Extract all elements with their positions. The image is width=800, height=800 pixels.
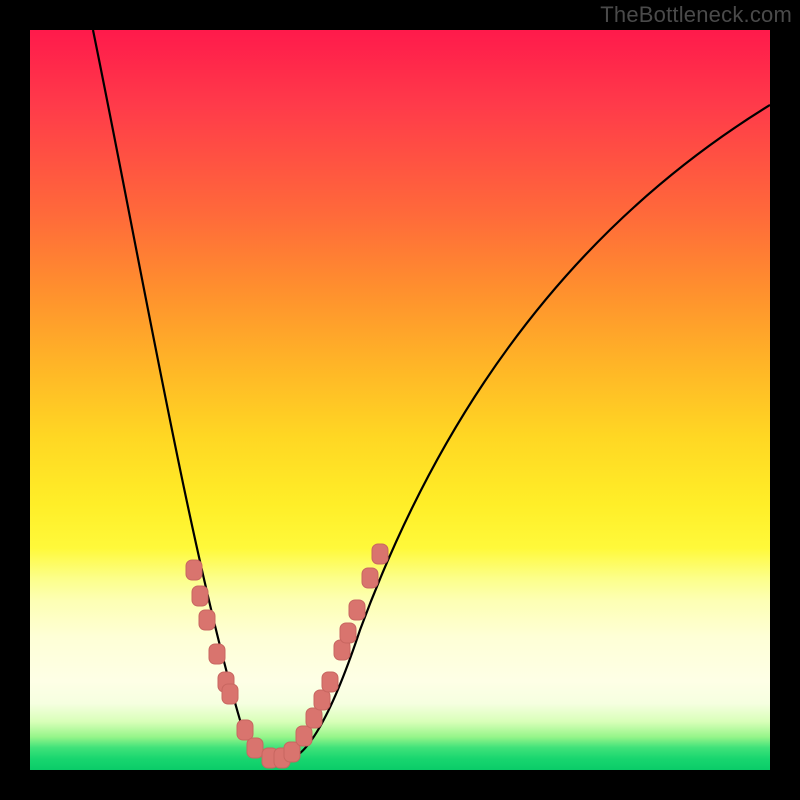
data-marker	[186, 560, 202, 580]
data-marker	[372, 544, 388, 564]
data-marker	[306, 708, 322, 728]
chart-svg	[30, 30, 770, 770]
data-marker	[192, 586, 208, 606]
data-marker	[314, 690, 330, 710]
data-marker	[349, 600, 365, 620]
data-marker	[284, 742, 300, 762]
data-marker	[222, 684, 238, 704]
data-marker	[340, 623, 356, 643]
data-marker	[237, 720, 253, 740]
watermark-text: TheBottleneck.com	[600, 2, 792, 28]
data-marker	[322, 672, 338, 692]
data-markers-group	[186, 544, 388, 768]
data-marker	[362, 568, 378, 588]
data-marker	[247, 738, 263, 758]
data-marker	[199, 610, 215, 630]
data-marker	[209, 644, 225, 664]
plot-area	[30, 30, 770, 770]
chart-frame: TheBottleneck.com	[0, 0, 800, 800]
bottleneck-curve	[93, 30, 770, 760]
data-marker	[296, 726, 312, 746]
